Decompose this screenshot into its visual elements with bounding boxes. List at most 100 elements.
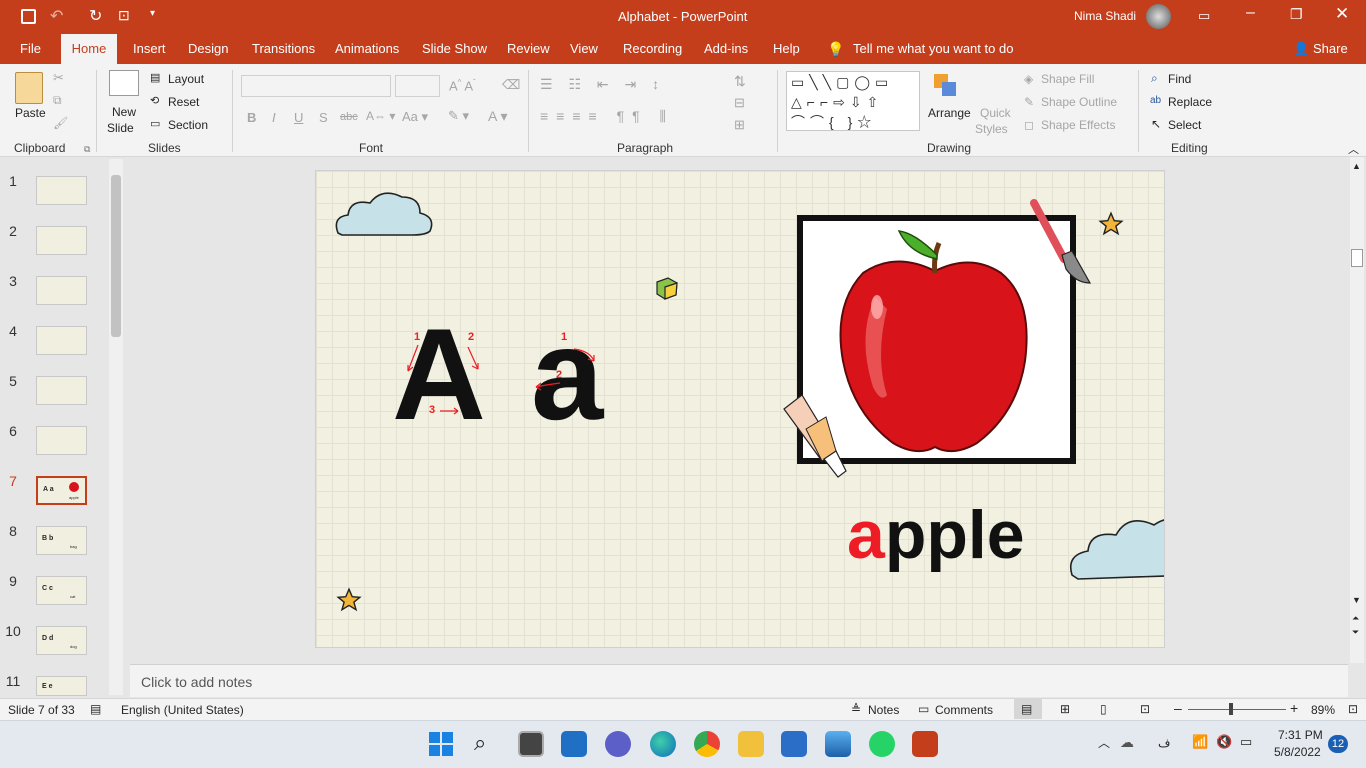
star-icon[interactable] [1098, 211, 1124, 237]
shape-outline-button[interactable]: Shape Outline [1041, 95, 1117, 109]
wifi-icon[interactable]: 📶 [1192, 734, 1208, 750]
cloud-bottom-right[interactable] [1066, 511, 1165, 583]
task-view-icon[interactable] [518, 731, 544, 757]
reset-button[interactable]: Reset [168, 95, 199, 109]
text-direction-icon[interactable]: ⇅ [734, 73, 746, 90]
clear-format-icon[interactable]: ⌫ [502, 77, 520, 93]
clipboard-launcher-icon[interactable]: ⧉ [84, 144, 90, 155]
notification-badge[interactable]: 12 [1328, 735, 1348, 753]
star-icon[interactable] [336, 587, 362, 613]
slide-thumbnail-8[interactable]: B b bag [36, 526, 87, 555]
avatar[interactable] [1146, 4, 1171, 29]
onedrive-icon[interactable]: ☁ [1120, 734, 1134, 751]
slide-thumbnail-5[interactable] [36, 376, 87, 405]
slide-thumbnail-6[interactable] [36, 426, 87, 455]
font-name-box[interactable] [241, 75, 391, 97]
shape-fill-button[interactable]: Shape Fill [1041, 72, 1094, 86]
zoom-slider-handle[interactable] [1229, 703, 1233, 715]
format-painter-icon[interactable]: 🖌 [53, 116, 68, 130]
slide-sorter-icon[interactable]: ⊞ [1060, 702, 1070, 716]
slideshow-view-icon[interactable]: ⊡ [1140, 702, 1150, 716]
thumbnail-scrollbar[interactable] [109, 159, 123, 695]
chevron-up-icon[interactable]: ︿ [1098, 734, 1110, 751]
list-icons[interactable]: ☰ ☷ ⇤ ⇥ ↕ [540, 76, 665, 93]
font-size-box[interactable] [395, 75, 440, 97]
scroll-up-icon[interactable]: ▲ [1352, 161, 1361, 171]
underline-button[interactable]: U [294, 110, 303, 125]
cut-icon[interactable]: ✂ [53, 70, 64, 86]
cube-icon[interactable] [654, 275, 680, 301]
cloud-top-left[interactable] [332, 187, 436, 239]
new-slide-label-2[interactable]: Slide [107, 121, 134, 135]
slide-canvas[interactable]: A a 1 2 3 1 2 apple [315, 170, 1165, 648]
notes-pane[interactable]: Click to add notes [130, 664, 1348, 697]
tab-recording[interactable]: Recording [623, 41, 682, 56]
store-icon[interactable] [781, 731, 807, 757]
replace-button[interactable]: Replace [1168, 95, 1212, 109]
collapse-ribbon-icon[interactable]: ︿ [1348, 141, 1359, 157]
comments-button[interactable]: Comments [935, 703, 993, 717]
chrome-icon[interactable] [694, 731, 720, 757]
tell-me-search[interactable]: Tell me what you want to do [853, 41, 1013, 56]
copy-icon[interactable]: ⧉ [53, 93, 62, 108]
paste-icon[interactable] [15, 72, 43, 104]
smartart-icon[interactable]: ⊞ [734, 117, 745, 133]
font-color-icon[interactable]: A ▾ [488, 108, 507, 125]
paintbrush-icon[interactable] [1028, 197, 1098, 287]
share-button[interactable]: Share [1313, 41, 1348, 56]
volume-icon[interactable]: 🔇 [1216, 734, 1232, 750]
zoom-out-icon[interactable]: – [1174, 700, 1182, 716]
close-icon[interactable]: ✕ [1335, 4, 1349, 24]
tab-view[interactable]: View [570, 41, 598, 56]
zoom-in-icon[interactable]: + [1290, 700, 1298, 716]
reading-view-icon[interactable]: ▯ [1100, 702, 1107, 716]
change-case-icon[interactable]: Aa ▾ [402, 109, 428, 125]
zoom-level[interactable]: 89% [1311, 703, 1335, 717]
word-label[interactable]: apple [847, 501, 1025, 569]
tab-help[interactable]: Help [773, 41, 800, 56]
notes-button[interactable]: Notes [868, 703, 899, 717]
slide-thumbnail-10[interactable]: D d dog [36, 626, 87, 655]
new-slide-label-1[interactable]: New [112, 105, 136, 119]
edge-icon[interactable] [650, 731, 676, 757]
scroll-down-icon[interactable]: ▼ [1352, 595, 1361, 605]
paint-tube-icon[interactable] [780, 389, 854, 481]
whatsapp-icon[interactable] [869, 731, 895, 757]
tab-insert[interactable]: Insert [133, 41, 166, 56]
language-status[interactable]: English (United States) [121, 703, 244, 717]
shadow-button[interactable]: S [319, 110, 328, 125]
select-button[interactable]: Select [1168, 118, 1201, 132]
next-slide-icon[interactable]: ⏷ [1352, 627, 1359, 638]
redo-icon[interactable]: ↻ [89, 6, 102, 26]
char-spacing-icon[interactable]: A⇔ ▾ [366, 109, 395, 123]
tab-home[interactable]: Home [61, 34, 117, 64]
shape-effects-button[interactable]: Shape Effects [1041, 118, 1116, 132]
start-icon[interactable] [429, 732, 453, 756]
slide-thumbnail-11[interactable]: E e [36, 676, 87, 696]
editor-scrollbar[interactable]: ▲ ▼ ⏶ ⏷ [1350, 157, 1364, 663]
slide-thumbnail-2[interactable] [36, 226, 87, 255]
slide-thumbnail-7[interactable]: A a apple [36, 476, 87, 505]
align-text-icon[interactable]: ⊟ [734, 95, 745, 111]
align-icons[interactable]: ≡≡≡≡ ¶¶ ⫼ [540, 108, 674, 125]
highlight-icon[interactable]: ✎ ▾ [448, 108, 469, 124]
file-explorer-icon[interactable] [738, 731, 764, 757]
customize-qat-icon[interactable]: ▾ [150, 8, 155, 19]
scroll-thumb[interactable] [1351, 249, 1363, 267]
search-icon[interactable]: ⌕ [474, 730, 486, 756]
section-button[interactable]: Section [168, 118, 208, 132]
tab-slide-show[interactable]: Slide Show [422, 41, 487, 56]
tab-transitions[interactable]: Transitions [252, 41, 315, 56]
slide-thumbnail-3[interactable] [36, 276, 87, 305]
save-icon[interactable] [21, 9, 36, 24]
accessibility-icon[interactable]: ▤ [90, 702, 101, 716]
scroll-thumb[interactable] [111, 175, 121, 337]
fit-slide-icon[interactable]: ⊡ [1348, 702, 1358, 716]
find-button[interactable]: Find [1168, 72, 1191, 86]
arrange-button[interactable]: Arrange [928, 106, 971, 120]
paste-button[interactable]: Paste [15, 106, 46, 120]
zoom-slider[interactable] [1188, 709, 1286, 710]
widgets-icon[interactable] [561, 731, 587, 757]
tab-review[interactable]: Review [507, 41, 550, 56]
slide-thumbnail-1[interactable] [36, 176, 87, 205]
